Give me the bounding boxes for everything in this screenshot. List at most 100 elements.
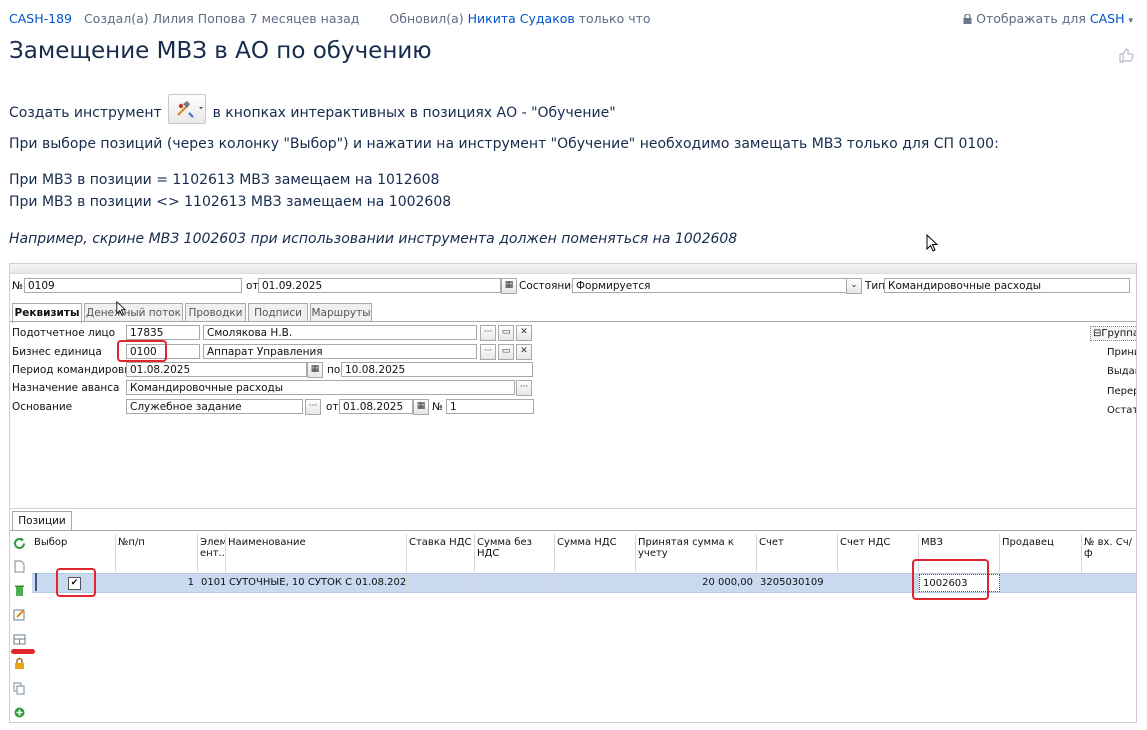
delete-icon[interactable] [13,584,26,597]
doc-date-field[interactable]: 01.09.2025 [258,278,501,293]
column-header[interactable]: Ставка НДС [407,534,475,572]
row-accepted-sum: 20 000,00 [636,574,757,592]
new-document-icon[interactable] [13,560,26,573]
purpose-label: Назначение аванса [12,382,120,394]
row-vat-account [838,574,919,592]
column-header[interactable]: Продавец [1000,534,1082,572]
close-icon[interactable]: ✕ [516,344,532,360]
more-icon[interactable]: ··· [516,380,532,396]
more-icon[interactable]: ··· [480,325,496,341]
issue-key-link[interactable]: CASH-189 [9,11,72,26]
column-header[interactable]: №п/п [116,534,198,572]
more-icon[interactable]: ··· [305,399,321,415]
body-line-1: Создать инструмент в кнопках интерактивн… [9,94,616,128]
purpose-field[interactable]: Командировочные расходы [126,380,515,395]
period-to-field[interactable]: 10.08.2025 [341,362,533,377]
more-icon[interactable]: ··· [480,344,496,360]
tab-signatures[interactable]: Подписи [248,303,308,321]
highlight-mvz [912,559,989,600]
mouse-cursor-icon [926,233,939,256]
row-name: СУТОЧНЫЕ, 10 СУТОК С 01.08.2025... [226,574,407,592]
tab-positions[interactable]: Позиции [12,511,72,531]
folder-icon[interactable]: ▭ [498,344,514,360]
group-item: Выдан [1107,366,1136,377]
basis-date-field[interactable]: 01.08.2025 [339,399,413,414]
red-underline-mark [11,649,35,654]
tab-routes[interactable]: Маршруты [310,303,372,321]
mouse-cursor-icon [116,300,127,319]
type-label: Тип [865,280,886,292]
updater-link[interactable]: Никита Судаков [468,11,575,26]
body-line-3: При МВЗ в позиции = 1102613 МВЗ замещаем… [9,172,440,188]
row-vat-rate [407,574,475,592]
column-header[interactable]: Выбор [32,534,116,572]
line1-text-before: Создать инструмент [9,105,162,121]
close-icon[interactable]: ✕ [516,325,532,341]
updated-prefix: Обновил(а) [389,11,464,26]
group-panel-header[interactable]: ⊟Группа [1090,326,1137,341]
visibility-project: CASH [1089,11,1125,26]
row-element: 0101 [198,574,226,592]
basis-num-field[interactable]: 1 [446,399,534,414]
chevron-down-icon[interactable]: ⌄ [846,278,862,294]
folder-icon[interactable]: ▭ [498,325,514,341]
state-field[interactable]: Формируется [572,278,847,293]
type-field[interactable]: Командировочные расходы [884,278,1130,293]
lock-icon [963,12,972,24]
refresh-icon[interactable] [13,537,26,550]
tab-postings[interactable]: Проводки [185,303,246,321]
lock-icon[interactable] [13,657,26,670]
tab-cash-flow[interactable]: Денежный поток [84,303,183,321]
highlight-checkbox [56,568,96,597]
person-name-field[interactable]: Смолякова Н.В. [203,325,477,340]
body-line-2: При выборе позиций (через колонку "Выбор… [9,136,999,152]
calendar-icon[interactable]: ▦ [307,362,323,378]
created-prefix: Создал(а) [83,11,149,26]
embedded-screenshot: № 0109 от 01.09.2025 ▦ Состояние Формиру… [9,263,1137,723]
body-line-4: При МВЗ в позиции <> 1102613 МВЗ замещае… [9,194,452,210]
visibility-selector[interactable]: Отображать для CASH ▾ [963,11,1133,26]
toolbar-strip [10,264,1136,274]
basis-field[interactable]: Служебное задание [126,399,303,414]
basis-num-label: № [432,401,443,413]
person-code-field[interactable]: 17835 [126,325,200,340]
updated-ago: только что [578,11,651,26]
created-ago: 7 месяцев назад [249,11,360,26]
row-seller [1000,574,1082,592]
person-label: Подотчетное лицо [12,327,116,339]
doc-number-label: № [12,280,23,292]
tab-details[interactable]: Реквизиты [12,303,82,323]
row-vat-sum [555,574,636,592]
divider [10,508,1136,509]
column-header[interactable]: Счет НДС [838,534,919,572]
row-number: 1 [116,574,198,592]
column-header[interactable]: Принятая сумма к учету [636,534,757,572]
add-icon[interactable] [13,706,26,719]
column-header[interactable]: Элем ент... [198,534,226,572]
column-header[interactable]: Счет [757,534,838,572]
training-tool-icon [168,94,207,124]
doc-date-label: от [246,280,259,292]
calendar-icon[interactable]: ▦ [413,399,429,415]
page-title: Замещение МВЗ в АО по обучению [9,38,432,64]
bu-name-field[interactable]: Аппарат Управления [203,344,477,359]
calendar-icon[interactable]: ▦ [501,278,517,294]
copy-icon[interactable] [13,682,26,695]
column-header[interactable]: Наименование [226,534,407,572]
column-header[interactable]: № вх. Сч/ф [1082,534,1136,572]
group-item: Прини [1107,347,1136,358]
period-from-field[interactable]: 01.08.2025 [126,362,307,377]
visibility-prefix: Отображать для [976,11,1086,26]
like-icon[interactable] [1118,47,1134,63]
doc-number-field[interactable]: 0109 [24,278,242,293]
edit-icon[interactable] [13,608,26,621]
row-account: 3205030109 [757,574,838,592]
group-item: Остат [1107,405,1137,416]
column-header[interactable]: Сумма НДС [555,534,636,572]
row-marker [35,573,37,591]
state-label: Состояние [519,280,578,292]
group-panel-title: Группа [1101,328,1137,339]
creator-name: Лилия Попова [152,11,246,26]
column-header[interactable]: Сумма без НДС [475,534,555,572]
table-icon[interactable] [13,633,26,646]
